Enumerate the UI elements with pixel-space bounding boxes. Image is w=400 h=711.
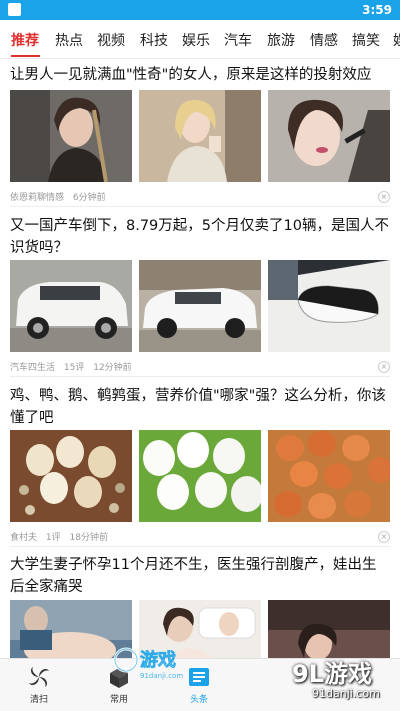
thumbnail-mixed-eggs[interactable]: [10, 430, 132, 522]
watermark-url: 91danji.com: [312, 687, 380, 700]
status-time: 3:59: [362, 3, 392, 17]
tab-travel[interactable]: 旅游: [267, 30, 295, 50]
tab-hot[interactable]: 热点: [55, 30, 83, 50]
thumbnail-makeup[interactable]: [268, 90, 390, 182]
divider: [10, 376, 390, 377]
thumbnail-sleeping-woman[interactable]: [268, 600, 390, 658]
tab-video[interactable]: 视频: [97, 30, 125, 50]
thumbnail-car-mirror[interactable]: [268, 260, 390, 352]
news-feed[interactable]: 让男人一见就满血"性奇"的女人，原来是这样的投射效应 依恩莉聊情感 6分钟前 ×…: [0, 58, 400, 658]
thumbnail-white-suv-side[interactable]: [139, 260, 261, 352]
active-tab-indicator: [11, 55, 40, 57]
status-bar: 3:59: [0, 0, 400, 20]
nav-label: 常用: [109, 695, 128, 705]
svg-text:91danji.com: 91danji.com: [140, 672, 183, 680]
thumbnail-woman-rope[interactable]: [10, 90, 132, 182]
article-title[interactable]: 又一国产车倒下，8.79万起，5个月仅卖了10辆，是国人不识货吗？: [10, 215, 390, 259]
article-time: 6分钟前: [72, 193, 106, 203]
divider: [10, 206, 390, 207]
tab-tech[interactable]: 科技: [140, 30, 168, 50]
category-tabs: 推荐 热点 视频 科技 娱乐 汽车 旅游 情感 搞笑 娱: [0, 20, 400, 59]
article-title[interactable]: 鸡、鸭、鹅、鹌鹑蛋，营养价值"哪家"强？这么分析，你该懂了吧: [10, 385, 390, 429]
article-source: 汽车四生活: [10, 363, 56, 373]
article-card[interactable]: 让男人一见就满血"性奇"的女人，原来是这样的投射效应 依恩莉聊情感 6分钟前 ×: [0, 58, 400, 208]
article-meta: 依恩莉聊情感 6分钟前: [10, 190, 112, 203]
tab-entertainment[interactable]: 娱乐: [182, 30, 210, 50]
dismiss-icon[interactable]: ×: [378, 361, 390, 373]
article-thumbnails[interactable]: [10, 430, 390, 522]
article-card[interactable]: 又一国产车倒下，8.79万起，5个月仅卖了10辆，是国人不识货吗？ 汽车四生活 …: [0, 208, 400, 378]
article-thumbnails[interactable]: [10, 260, 390, 352]
watermark-center: 游戏 91danji.com: [112, 642, 222, 682]
dismiss-icon[interactable]: ×: [378, 531, 390, 543]
nav-clean[interactable]: 清扫: [6, 659, 72, 711]
watermark-logo-text: 9L游戏: [292, 660, 372, 688]
nav-label: 清扫: [29, 695, 48, 705]
article-title[interactable]: 让男人一见就满血"性奇"的女人，原来是这样的投射效应: [10, 64, 390, 86]
article-source: 依恩莉聊情感: [10, 193, 65, 203]
article-card[interactable]: 鸡、鸭、鹅、鹌鹑蛋，营养价值"哪家"强？这么分析，你该懂了吧 食村夫 1评 18…: [0, 378, 400, 548]
article-time: 12分钟前: [93, 363, 132, 373]
article-meta: 汽车四生活 15评 12分钟前: [10, 360, 138, 373]
notification-icon: [8, 3, 21, 16]
thumbnail-blonde-woman[interactable]: [139, 90, 261, 182]
article-meta: 食村夫 1评 18分钟前: [10, 530, 114, 543]
thumbnail-white-eggs[interactable]: [139, 430, 261, 522]
thumbnail-white-suv[interactable]: [10, 260, 132, 352]
watermark-corner: 9L游戏 91danji.com: [292, 654, 396, 710]
tab-funny[interactable]: 搞笑: [352, 30, 380, 50]
tab-emotion[interactable]: 情感: [310, 30, 338, 50]
article-thumbnails[interactable]: [10, 90, 390, 182]
tab-recommended[interactable]: 推荐: [11, 30, 39, 50]
clean-icon: [29, 667, 49, 687]
dismiss-icon[interactable]: ×: [378, 191, 390, 203]
article-source: 食村夫: [10, 533, 38, 543]
article-time: 18分钟前: [69, 533, 108, 543]
nav-label: 头条: [189, 695, 208, 705]
article-comments: 15评: [63, 363, 85, 373]
thumbnail-brown-eggs[interactable]: [268, 430, 390, 522]
91danji-logo-icon: 游戏 91danji.com: [113, 647, 183, 680]
svg-text:游戏: 游戏: [140, 649, 176, 671]
tab-overflow[interactable]: 娱: [393, 30, 400, 50]
article-title[interactable]: 大学生妻子怀孕11个月还不生，医生强行剖腹产，娃出生后全家痛哭: [10, 554, 390, 598]
article-comments: 1评: [45, 533, 61, 543]
tab-auto[interactable]: 汽车: [224, 30, 252, 50]
divider: [10, 546, 390, 547]
